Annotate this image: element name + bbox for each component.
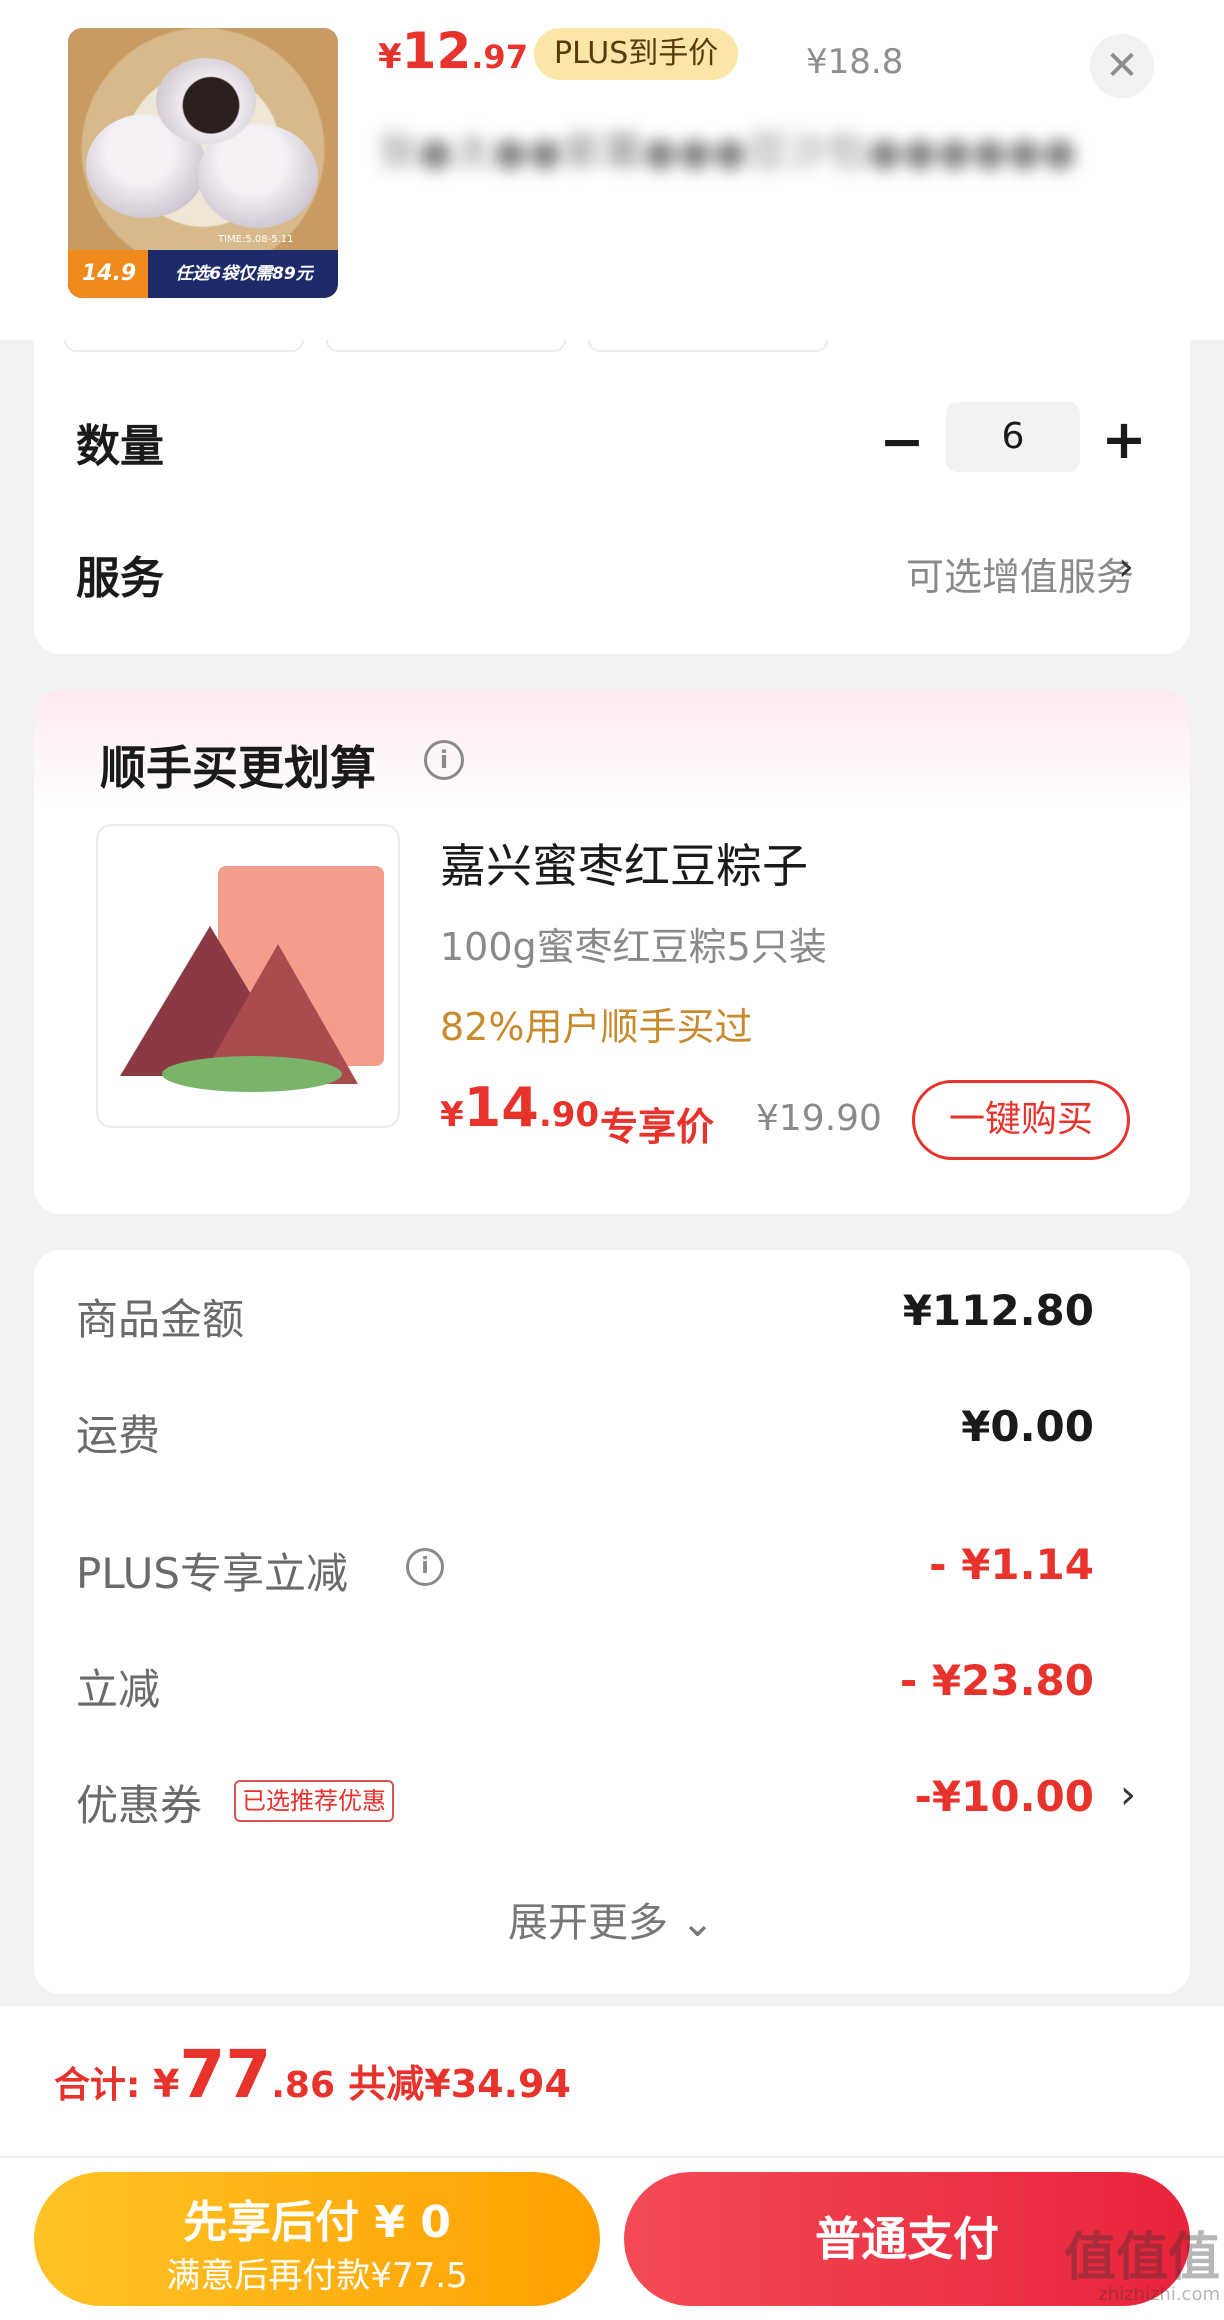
spec-option-stub[interactable] — [588, 340, 828, 352]
quantity-increase-button[interactable]: + — [1094, 408, 1154, 472]
fee-value: ¥0.00 — [961, 1402, 1094, 1451]
info-icon[interactable]: i — [424, 740, 464, 780]
options-card: 数量 − 6 + 服务 可选增值服务 › — [34, 340, 1190, 654]
thumb-promo: 任选6袋仅需89元 — [175, 264, 313, 284]
plus-price-badge: PLUS到手价 — [534, 28, 739, 80]
upsell-social-proof: 82%用户顺手买过 — [440, 1005, 753, 1049]
pay-later-label: 先享后付 ¥ 0 — [183, 2197, 451, 2248]
info-icon[interactable]: i — [406, 1548, 444, 1586]
fee-label: 运费 — [76, 1411, 161, 1460]
chevron-right-icon[interactable]: › — [1120, 1772, 1136, 1818]
total-amount: 合计: ¥77.86 共减¥34.94 — [54, 2036, 571, 2113]
close-button[interactable]: ✕ — [1090, 34, 1154, 98]
bottom-action-bar: 先享后付 ¥ 0 满意后再付款¥77.5 普通支付 — [0, 2156, 1224, 2320]
exclusive-price-label: 专享价 — [600, 1105, 715, 1149]
thumb-time: TIME:5.08-5.11 — [218, 234, 294, 245]
product-thumbnail: TIME:5.08-5.11 14.9 任选6袋仅需89元 — [68, 28, 338, 298]
coupon-label[interactable]: 优惠券 — [76, 1772, 202, 1833]
coupon-tag: 已选推荐优惠 — [234, 1780, 394, 1822]
site-watermark: 值值值 zhizhizhi.com — [1063, 2228, 1220, 2305]
pay-later-button[interactable]: 先享后付 ¥ 0 满意后再付款¥77.5 — [34, 2172, 600, 2306]
quantity-decrease-button[interactable]: − — [872, 410, 932, 474]
upsell-product-name[interactable]: 嘉兴蜜枣红豆粽子 — [440, 830, 808, 896]
upsell-product-image[interactable] — [96, 824, 400, 1128]
quantity-label: 数量 — [76, 421, 164, 472]
bun-cut-image — [156, 58, 256, 144]
coupon-value[interactable]: -¥10.00 — [734, 1772, 1094, 1821]
upsell-card: 顺手买更划算 i 嘉兴蜜枣红豆粽子 100g蜜枣红豆粽5只装 82%用户顺手买过… — [34, 690, 1190, 1214]
product-header: TIME:5.08-5.11 14.9 任选6袋仅需89元 ¥12.97 PLU… — [0, 0, 1224, 340]
total-bar: 合计: ¥77.86 共减¥34.94 — [0, 2006, 1224, 2156]
fee-value: - ¥23.80 — [899, 1656, 1094, 1705]
original-price: ¥18.8 — [806, 42, 904, 82]
close-icon: ✕ — [1105, 43, 1139, 89]
fee-value: - ¥1.14 — [929, 1540, 1094, 1589]
upsell-original-price: ¥19.90 — [756, 1098, 882, 1139]
service-label: 服务 — [76, 553, 164, 604]
fee-label: 商品金额 — [76, 1295, 245, 1344]
fee-value: ¥112.80 — [902, 1286, 1094, 1335]
upsell-title: 顺手买更划算 — [100, 741, 376, 795]
upsell-price: ¥14.90 — [440, 1076, 600, 1139]
pay-later-sublabel: 满意后再付款¥77.5 — [166, 2256, 468, 2296]
expand-more-button[interactable]: 展开更多 ⌄ — [508, 1890, 714, 1948]
quantity-input[interactable]: 6 — [946, 402, 1080, 472]
product-title-obscured: 张●太●●紫薯●●●豆沙包●●●●●● — [378, 129, 1077, 175]
one-click-buy-button[interactable]: 一键购买 — [912, 1080, 1130, 1160]
upsell-product-desc: 100g蜜枣红豆粽5只装 — [440, 925, 827, 969]
spec-option-stub[interactable] — [326, 340, 566, 352]
product-price: ¥12.97 — [378, 22, 528, 80]
spec-option-stub[interactable] — [64, 340, 304, 352]
fee-summary-card: 商品金额 ¥112.80 运费 ¥0.00 PLUS专享立减 i - ¥1.14… — [34, 1250, 1190, 1994]
fee-label: 立减 — [76, 1665, 161, 1714]
chevron-right-icon[interactable]: › — [1118, 544, 1134, 590]
thumb-price: 14.9 — [81, 261, 137, 286]
service-selector[interactable]: 可选增值服务 — [734, 546, 1134, 601]
fee-label: PLUS专享立减 — [76, 1549, 349, 1598]
